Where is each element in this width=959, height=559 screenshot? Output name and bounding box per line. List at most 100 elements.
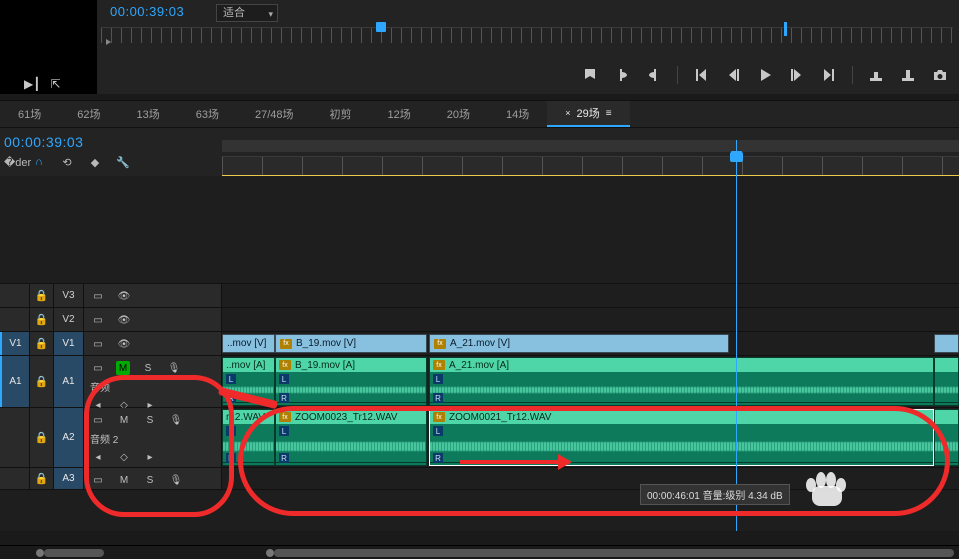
v2-target[interactable]: V2 xyxy=(54,308,84,331)
v3-eye-icon[interactable]: 👁 xyxy=(116,288,132,304)
tab-13[interactable]: 13场 xyxy=(119,101,178,127)
clip-v1-1[interactable]: fxB_19.mov [V] xyxy=(275,334,427,353)
clip-v1-0[interactable]: ..mov [V] xyxy=(222,334,275,353)
add-marker-button[interactable] xyxy=(581,66,599,84)
a1-toggle-output-icon[interactable]: ▭ xyxy=(90,360,106,376)
a3-voice-icon[interactable]: 🎙 xyxy=(168,472,184,488)
tab-2748[interactable]: 27/48场 xyxy=(237,101,312,127)
v1-target[interactable]: V1 xyxy=(54,332,84,355)
tab-61[interactable]: 61场 xyxy=(0,101,59,127)
v1-eye-icon[interactable]: 👁 xyxy=(116,336,132,352)
timeline-ruler[interactable] xyxy=(222,156,959,176)
timeline-hscroll[interactable] xyxy=(0,545,959,559)
hscroll-cap-left[interactable] xyxy=(36,549,44,557)
tab-63[interactable]: 63场 xyxy=(178,101,237,127)
program-ruler[interactable] xyxy=(101,27,953,43)
a1-lock[interactable]: 🔒 xyxy=(30,356,54,407)
timeline-timecode[interactable]: 00:00:39:03 xyxy=(4,134,83,150)
v1-lock[interactable]: 🔒 xyxy=(30,332,54,355)
mark-out-button[interactable] xyxy=(645,66,663,84)
insert-icon[interactable]: ⇱ xyxy=(50,77,60,91)
zoom-fit-select[interactable]: 适合 xyxy=(216,4,278,22)
v2-toggle-output-icon[interactable]: ▭ xyxy=(90,312,106,328)
step-forward-button[interactable] xyxy=(788,66,806,84)
program-in-marker[interactable] xyxy=(376,22,386,32)
v1-toggle-output-icon[interactable]: ▭ xyxy=(90,336,106,352)
play-button[interactable] xyxy=(756,66,774,84)
a2-lane[interactable]: r12.WAVLR fxZOOM0023_Tr12.WAVLR fxZOOM00… xyxy=(222,408,959,467)
a1-mute-button[interactable]: M xyxy=(116,361,130,375)
close-icon[interactable]: × xyxy=(565,108,570,118)
v2-lock[interactable]: 🔒 xyxy=(30,308,54,331)
a2-voice-icon[interactable]: 🎙 xyxy=(168,412,184,428)
a2-lock[interactable]: 🔒 xyxy=(30,408,54,467)
v3-source-patch[interactable] xyxy=(0,284,30,307)
v3-target[interactable]: V3 xyxy=(54,284,84,307)
clip-v1-2[interactable]: fxA_21.mov [V] xyxy=(429,334,729,353)
clip-a2-2[interactable]: fxZOOM0021_Tr12.WAVLR xyxy=(429,409,934,466)
clip-v1-3[interactable] xyxy=(934,334,959,353)
tab-chujian[interactable]: 初剪 xyxy=(312,101,370,127)
mark-in-button[interactable] xyxy=(613,66,631,84)
tab-29[interactable]: × 29场 ≡ xyxy=(547,101,629,127)
extract-button[interactable] xyxy=(899,66,917,84)
v2-lane[interactable] xyxy=(222,308,959,331)
clip-a1-3[interactable] xyxy=(934,357,959,406)
a3-lane[interactable] xyxy=(222,468,959,489)
timeline-work-area[interactable] xyxy=(222,140,959,152)
link-icon[interactable]: ⟲ xyxy=(60,156,74,169)
v1-lane[interactable]: ..mov [V] fxB_19.mov [V] fxA_21.mov [V] xyxy=(222,332,959,355)
wrench-icon[interactable]: 🔧 xyxy=(116,156,130,169)
a2-next-key-icon[interactable]: ▸ xyxy=(142,449,158,465)
a3-source-patch[interactable] xyxy=(0,468,30,489)
a1-source-patch[interactable]: A1 xyxy=(0,356,30,407)
a1-voice-icon[interactable]: 🎙 xyxy=(166,360,182,376)
a2-source-patch[interactable] xyxy=(0,408,30,467)
clip-a1-2[interactable]: fxA_21.mov [A]LR xyxy=(429,357,934,406)
a2-target[interactable]: A2 xyxy=(54,408,84,467)
export-frame-button[interactable] xyxy=(931,66,949,84)
timeline-empty-area[interactable] xyxy=(0,176,959,284)
tab-62[interactable]: 62场 xyxy=(59,101,118,127)
tab-14[interactable]: 14场 xyxy=(488,101,547,127)
a3-lock[interactable]: 🔒 xyxy=(30,468,54,489)
v2-eye-icon[interactable]: 👁 xyxy=(116,312,132,328)
clip-a2-3[interactable] xyxy=(934,409,959,466)
a3-toggle-output-icon[interactable]: ▭ xyxy=(90,472,106,488)
go-to-in-button[interactable] xyxy=(692,66,710,84)
go-to-out-button[interactable] xyxy=(820,66,838,84)
snap-icon[interactable]: �der xyxy=(4,156,18,169)
clip-a2-1[interactable]: fxZOOM0023_Tr12.WAVLR xyxy=(275,409,427,466)
a1-target[interactable]: A1 xyxy=(54,356,84,407)
a1-solo-button[interactable]: S xyxy=(140,360,156,376)
a3-mute-button[interactable]: M xyxy=(116,472,132,488)
hscroll-thumb-left[interactable] xyxy=(44,549,104,557)
v3-toggle-output-icon[interactable]: ▭ xyxy=(90,288,106,304)
hscroll-thumb-right[interactable] xyxy=(274,549,954,557)
marker-tool-icon[interactable]: ◆ xyxy=(88,156,102,169)
a2-toggle-output-icon[interactable]: ▭ xyxy=(90,412,106,428)
clip-a2-0[interactable]: r12.WAVLR xyxy=(222,409,275,466)
clip-a1-0[interactable]: ..mov [A]LR xyxy=(222,357,275,406)
program-timecode[interactable]: 00:00:39:03 xyxy=(110,4,184,19)
magnet-icon[interactable]: ∩ xyxy=(32,156,46,169)
v1-source-patch[interactable]: V1 xyxy=(0,332,30,355)
playhead-handle[interactable] xyxy=(731,151,742,162)
a3-solo-button[interactable]: S xyxy=(142,472,158,488)
tab-menu-icon[interactable]: ≡ xyxy=(606,108,612,119)
tab-12[interactable]: 12场 xyxy=(370,101,429,127)
program-out-marker[interactable] xyxy=(784,22,787,36)
a2-solo-button[interactable]: S xyxy=(142,412,158,428)
step-back-button[interactable] xyxy=(724,66,742,84)
hscroll-cap-mid[interactable] xyxy=(266,549,274,557)
a2-prev-key-icon[interactable]: ◂ xyxy=(90,449,106,465)
v3-lock[interactable]: 🔒 xyxy=(30,284,54,307)
v3-lane[interactable] xyxy=(222,284,959,307)
a3-target[interactable]: A3 xyxy=(54,468,84,489)
v2-source-patch[interactable] xyxy=(0,308,30,331)
a1-lane[interactable]: ..mov [A]LR fxB_19.mov [A]LR fxA_21.mov … xyxy=(222,356,959,407)
a2-add-key-icon[interactable]: ◇ xyxy=(116,449,132,465)
tab-20[interactable]: 20场 xyxy=(429,101,488,127)
play-around-icon[interactable]: ▶┃ xyxy=(24,77,40,91)
clip-a1-1[interactable]: fxB_19.mov [A]LR xyxy=(275,357,427,406)
